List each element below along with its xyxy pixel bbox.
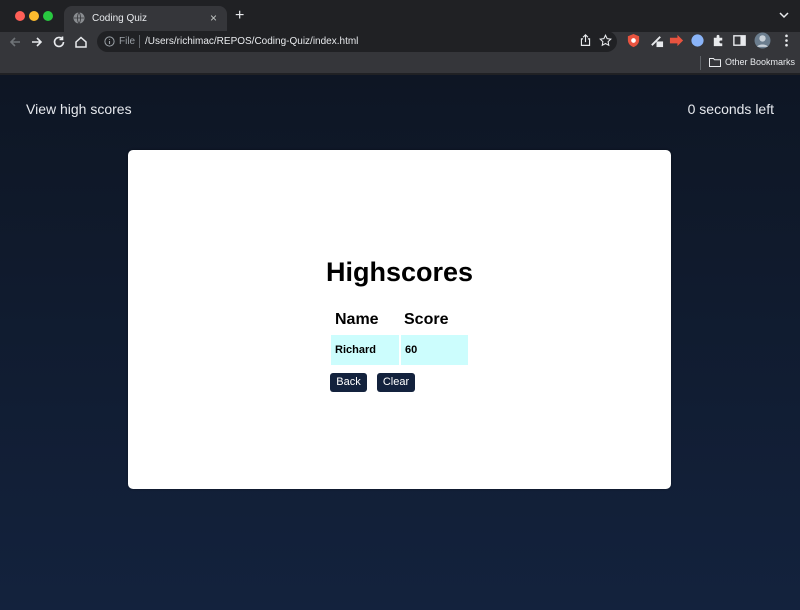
sidebar-icon[interactable] — [732, 33, 747, 48]
back-button[interactable]: Back — [330, 373, 367, 392]
arrow-extension-icon[interactable] — [669, 33, 684, 48]
url-scheme-label: File — [119, 36, 136, 47]
browser-tab[interactable]: Coding Quiz × — [64, 6, 227, 32]
maximize-window-button[interactable] — [43, 11, 53, 21]
page-title: Highscores — [325, 257, 474, 287]
circle-extension-icon[interactable] — [690, 33, 705, 48]
minimize-window-button[interactable] — [29, 11, 39, 21]
address-bar[interactable]: File /Users/richimac/REPOS/Coding-Quiz/i… — [97, 31, 617, 52]
forward-icon[interactable] — [29, 34, 45, 50]
clear-button[interactable]: Clear — [377, 373, 415, 392]
table-cell-name: Richard — [331, 335, 399, 365]
bookmarks-bar: Other Bookmarks — [0, 52, 800, 74]
share-icon[interactable] — [579, 34, 592, 47]
column-header-score: Score — [404, 311, 449, 328]
timer-text: 0 seconds left — [687, 101, 774, 117]
reload-icon[interactable] — [51, 34, 67, 50]
chevron-down-icon[interactable] — [778, 9, 790, 21]
bookmarks-divider — [700, 56, 701, 70]
back-icon[interactable] — [7, 34, 23, 50]
folder-icon — [709, 58, 721, 67]
tab-close-icon[interactable]: × — [210, 11, 217, 25]
extension-icon[interactable] — [711, 33, 726, 48]
pen-extension-icon[interactable] — [649, 33, 664, 48]
shield-extension-icon[interactable] — [626, 33, 641, 48]
view-high-scores-link[interactable]: View high scores — [26, 100, 132, 118]
omnibox-divider — [139, 35, 140, 48]
menu-icon[interactable] — [779, 33, 794, 48]
globe-icon — [73, 12, 85, 24]
close-window-button[interactable] — [15, 11, 25, 21]
highscores-card: Highscores Name Score Richard 60 Back Cl… — [128, 150, 671, 489]
tab-strip: Coding Quiz × + — [0, 0, 800, 32]
page-content: View high scores 0 seconds left Highscor… — [0, 75, 800, 610]
table-cell-score: 60 — [401, 335, 468, 365]
other-bookmarks-link[interactable]: Other Bookmarks — [725, 56, 795, 68]
info-icon[interactable] — [104, 36, 115, 47]
profile-icon[interactable] — [754, 32, 771, 49]
home-icon[interactable] — [73, 34, 89, 50]
extensions-area — [622, 32, 800, 52]
url-text[interactable]: /Users/richimac/REPOS/Coding-Quiz/index.… — [145, 35, 358, 48]
star-icon[interactable] — [599, 34, 612, 47]
tab-title: Coding Quiz — [92, 13, 148, 24]
column-header-name: Name — [335, 311, 379, 328]
new-tab-button[interactable]: + — [235, 8, 244, 24]
